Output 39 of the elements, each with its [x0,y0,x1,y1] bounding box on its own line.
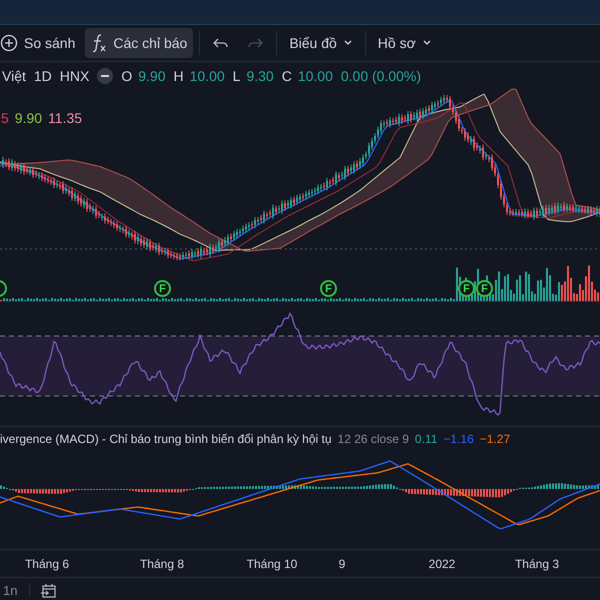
indicator-params: 12 26 close 9 [338,432,409,446]
minus-circle-icon [97,68,114,84]
price-value: 9.90 [138,68,166,84]
event-marker: F [476,280,493,297]
indicator-value: 11.35 [48,110,82,126]
function-icon [91,33,108,53]
indicator-value: −1.27 [480,432,510,446]
time-axis-label: Tháng 6 [24,557,70,571]
interval-label: 1D [34,68,52,84]
menu-button[interactable]: Biểu đồ [283,28,359,58]
price-value: 10.00 [190,68,225,84]
range-button[interactable]: 1n [0,583,30,598]
menu-button[interactable]: Hồ sơ [372,28,438,58]
exchange-label: HNX [60,68,90,84]
event-marker: F [458,280,475,297]
time-axis-label: Tháng 3 [514,557,560,571]
indicator-value: 0.11 [414,432,438,446]
time-axis-label: 9 [338,557,346,571]
time-axis-label: 2022 [428,557,456,571]
event-marker: F [320,280,337,297]
symbol-name: Việt [2,68,26,84]
time-axis-label: Tháng 10 [246,557,298,571]
indicators-button[interactable]: Các chỉ báo [85,28,194,58]
event-marker: F [154,280,171,297]
calendar-icon[interactable] [40,582,58,598]
price-value: 9.30 [246,68,274,84]
indicator-value: −1.16 [443,432,474,446]
indicator-value: 9.90 [14,110,42,126]
time-axis-label: Tháng 8 [140,557,184,571]
price-label: H [173,68,184,84]
compare-button[interactable]: So sánh [0,28,82,58]
price-change: 0.00 (0.00%) [340,68,422,84]
indicator-title: ivergence (MACD) - Chỉ báo trung bình biến đổi phân kỳ hội tụ [0,432,332,446]
price-label: O [121,68,132,84]
price-value: 10.00 [298,68,333,84]
price-label: C [282,68,292,84]
price-label: L [232,68,240,84]
plus-circle-icon [0,34,18,52]
indicator-value: 5 [1,110,9,126]
